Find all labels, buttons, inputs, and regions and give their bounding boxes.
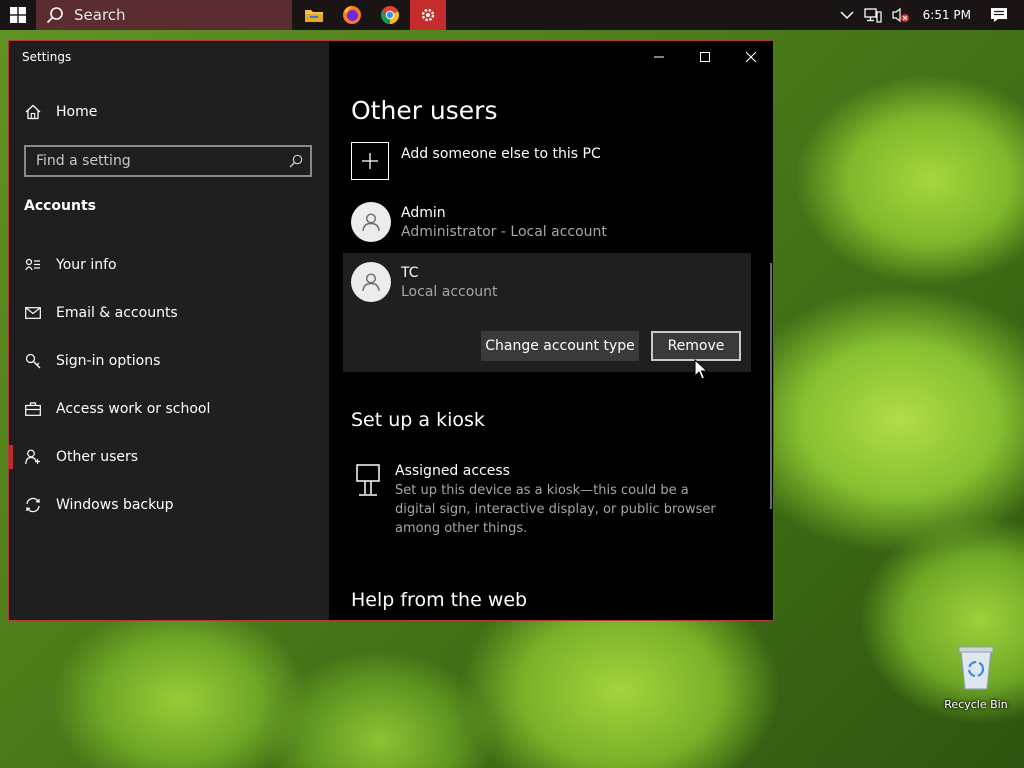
recycle-bin-icon <box>958 646 994 690</box>
nav-item-other-users[interactable]: Other users <box>9 433 329 481</box>
notifications-icon <box>991 8 1007 22</box>
nav-item-label: Email & accounts <box>56 305 178 321</box>
settings-sidebar: Settings Home Find a setting Accounts Yo… <box>9 41 329 620</box>
user-name: Admin <box>401 205 446 221</box>
people-icon <box>25 449 40 465</box>
user-account-type: Local account <box>401 284 498 300</box>
user-text: TC Local account <box>401 262 498 300</box>
nav-item-label: Your info <box>56 257 117 273</box>
window-title: Settings <box>22 50 72 64</box>
taskbar-chrome[interactable] <box>372 0 408 30</box>
maximize-button[interactable] <box>682 41 728 73</box>
clock[interactable]: 6:51 PM <box>923 8 971 22</box>
nav-item-access-work[interactable]: Access work or school <box>9 385 329 433</box>
change-account-type-button[interactable]: Change account type <box>481 331 639 361</box>
kiosk-icon <box>356 464 380 496</box>
nav-item-label: Access work or school <box>56 401 211 417</box>
maximize-icon <box>700 52 710 62</box>
nav-item-sign-in-options[interactable]: Sign-in options <box>9 337 329 385</box>
nav-home[interactable]: Home <box>25 104 97 120</box>
recycle-bin-label: Recycle Bin <box>944 698 1008 711</box>
user-account-type: Administrator - Local account <box>401 224 607 240</box>
chrome-icon <box>381 6 399 24</box>
user-item-tc-expanded: TC Local account Change account type Rem… <box>343 253 751 372</box>
windows-logo-icon <box>10 7 26 23</box>
user-item-tc[interactable]: TC Local account <box>351 262 498 302</box>
search-icon <box>289 154 303 168</box>
file-explorer-icon <box>305 10 323 22</box>
nav-item-label: Windows backup <box>56 497 174 513</box>
add-user-label: Add someone else to this PC <box>401 146 601 162</box>
start-button[interactable] <box>0 0 36 30</box>
home-icon <box>25 104 41 120</box>
assigned-access-description: Set up this device as a kiosk—this could… <box>395 483 716 536</box>
nav-item-windows-backup[interactable]: Windows backup <box>9 481 329 529</box>
page-title: Other users <box>351 96 498 125</box>
system-tray: 6:51 PM <box>835 0 1024 30</box>
nav-item-label: Sign-in options <box>56 353 161 369</box>
help-heading: Help from the web <box>351 589 528 611</box>
assigned-access-item[interactable]: Assigned access Set up this device as a … <box>355 463 725 538</box>
section-title: Accounts <box>24 198 97 214</box>
search-icon <box>46 7 63 24</box>
find-setting-input[interactable]: Find a setting <box>24 145 312 177</box>
nav-home-label: Home <box>56 104 98 120</box>
nav-item-label: Other users <box>56 449 139 465</box>
user-name: TC <box>401 265 419 281</box>
settings-icon <box>421 8 435 22</box>
network-icon <box>863 8 882 23</box>
taskbar-search-label: Search <box>74 6 126 24</box>
contact-card-icon <box>25 258 40 271</box>
mouse-cursor-icon <box>694 359 708 380</box>
remove-button[interactable]: Remove <box>651 331 741 361</box>
close-icon <box>745 51 757 63</box>
minimize-icon <box>654 56 664 58</box>
plus-icon <box>362 153 378 169</box>
find-setting-placeholder: Find a setting <box>36 153 131 169</box>
taskbar-file-explorer[interactable] <box>296 0 332 30</box>
user-item-admin[interactable]: Admin Administrator - Local account <box>351 202 607 242</box>
accounts-nav: Your info Email & accounts Sign-in optio… <box>9 241 329 529</box>
volume-status[interactable] <box>892 7 910 23</box>
network-status[interactable] <box>863 7 882 23</box>
add-user-button[interactable]: Add someone else to this PC <box>351 142 601 180</box>
taskbar-firefox[interactable] <box>334 0 370 30</box>
avatar <box>351 262 391 302</box>
user-icon <box>362 213 380 232</box>
key-icon <box>25 353 41 369</box>
mail-icon <box>25 307 41 319</box>
assigned-access-text: Assigned access Set up this device as a … <box>395 463 725 538</box>
close-button[interactable] <box>728 41 773 73</box>
settings-window: Settings Home Find a setting Accounts Yo… <box>8 40 774 621</box>
sync-icon <box>26 497 40 513</box>
kiosk-heading: Set up a kiosk <box>351 409 485 431</box>
settings-content: Other users Add someone else to this PC … <box>329 41 773 620</box>
assigned-access-title: Assigned access <box>395 463 510 479</box>
taskbar-settings[interactable] <box>410 0 446 30</box>
minimize-button[interactable] <box>636 41 682 73</box>
action-center[interactable] <box>990 7 1008 23</box>
volume-muted-icon <box>892 7 909 23</box>
nav-item-email-accounts[interactable]: Email & accounts <box>9 289 329 337</box>
taskbar-search[interactable]: Search <box>36 0 292 30</box>
firefox-icon <box>343 6 361 24</box>
user-icon <box>362 273 380 292</box>
add-user-tile <box>351 142 389 180</box>
taskbar: Search 6:51 PM <box>0 0 1024 30</box>
show-hidden-icons[interactable] <box>840 10 854 20</box>
user-text: Admin Administrator - Local account <box>401 202 607 240</box>
avatar <box>351 202 391 242</box>
nav-item-your-info[interactable]: Your info <box>9 241 329 289</box>
briefcase-icon <box>25 402 41 416</box>
chevron-up-icon <box>840 11 854 20</box>
scrollbar[interactable] <box>770 263 772 509</box>
recycle-bin[interactable]: Recycle Bin <box>944 643 1008 711</box>
